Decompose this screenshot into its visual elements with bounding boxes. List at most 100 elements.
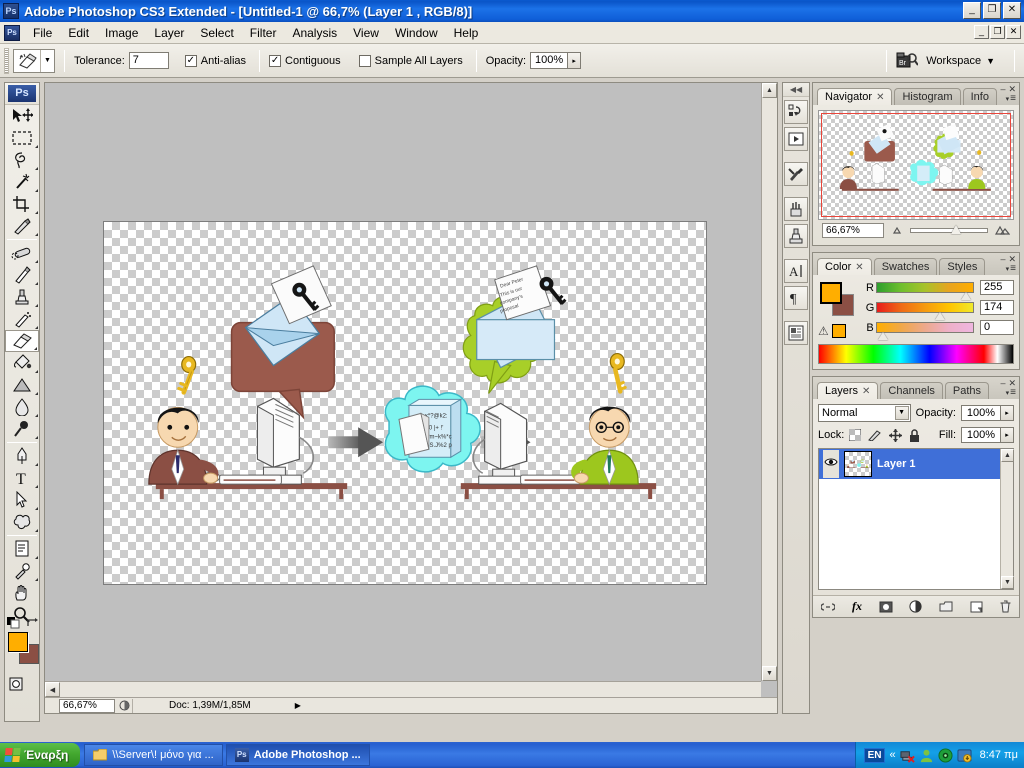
tab-channels[interactable]: Channels	[880, 382, 943, 399]
document-restore-button[interactable]: ❐	[990, 25, 1005, 39]
network-disconnected-icon[interactable]	[900, 748, 915, 763]
tab-swatches[interactable]: Swatches	[873, 258, 938, 275]
menu-filter[interactable]: Filter	[242, 23, 285, 43]
dock-expand-handle[interactable]: ◀◀	[783, 83, 809, 97]
layer-scroll-down-button[interactable]: ▼	[1001, 576, 1014, 589]
tools-palette-header[interactable]: Ps	[5, 83, 39, 105]
dodge-tool[interactable]	[5, 418, 39, 440]
channel-g-value[interactable]: 174	[980, 300, 1014, 315]
language-indicator[interactable]: EN	[863, 747, 886, 763]
scroll-left-button[interactable]: ◀	[45, 682, 60, 697]
menu-help[interactable]: Help	[446, 23, 487, 43]
new-layer-button[interactable]	[970, 601, 983, 613]
go-to-bridge-icon[interactable]: Br	[896, 51, 920, 71]
zoom-out-mountain-icon[interactable]	[890, 225, 904, 235]
channel-b-ramp[interactable]	[876, 322, 974, 340]
channel-r-ramp[interactable]	[876, 282, 974, 300]
foreground-color-swatch[interactable]	[8, 632, 28, 652]
minimize-button[interactable]: _	[963, 2, 981, 19]
taskbar-item-photoshop[interactable]: Ps Adobe Photoshop ...	[225, 744, 370, 766]
navigator-zoom-input[interactable]: 66,67%	[822, 222, 884, 238]
slice-tool[interactable]	[5, 215, 39, 237]
contiguous-checkbox[interactable]: ✓	[269, 54, 282, 67]
document-close-button[interactable]: ✕	[1006, 25, 1021, 39]
close-button[interactable]: ✕	[1003, 2, 1021, 19]
color-spectrum-ramp[interactable]	[818, 344, 1014, 364]
contiguous-label[interactable]: Contiguous	[285, 55, 341, 67]
lock-image-pixels-icon[interactable]	[868, 429, 882, 441]
layer-fill-input[interactable]: 100%	[961, 427, 1001, 443]
opacity-input[interactable]: 100%	[530, 52, 569, 69]
color-panel-foreground-swatch[interactable]	[820, 282, 842, 304]
layer-fill-stepper[interactable]: ▸	[1001, 427, 1014, 443]
layer-mask-button[interactable]	[879, 601, 893, 613]
opacity-stepper-arrow[interactable]: ▸	[568, 52, 582, 69]
link-layers-button[interactable]	[821, 602, 836, 612]
tab-layers-close-icon[interactable]: ✕	[862, 384, 870, 399]
navigator-panel-menu-icon[interactable]: ▾ ≡	[1006, 93, 1016, 104]
antialias-checkbox[interactable]: ✓	[184, 54, 197, 67]
delete-layer-button[interactable]	[1000, 600, 1011, 613]
layers-panel-menu-icon[interactable]: ▾ ≡	[1006, 387, 1016, 398]
shape-tool[interactable]	[5, 511, 39, 533]
lasso-tool[interactable]	[5, 149, 39, 171]
menu-edit[interactable]: Edit	[60, 23, 97, 43]
character-panel-icon[interactable]: A	[784, 259, 808, 283]
rectangular-marquee-tool[interactable]	[5, 127, 39, 149]
scroll-up-button[interactable]: ▲	[762, 83, 777, 98]
document-vertical-scrollbar[interactable]: ▲ ▼	[761, 83, 777, 681]
restore-button[interactable]: ❐	[983, 2, 1001, 19]
layer-opacity-stepper[interactable]: ▸	[1001, 405, 1014, 421]
eraser-tool[interactable]	[5, 330, 39, 352]
gamut-substitute-swatch[interactable]	[831, 324, 846, 338]
actions-panel-icon[interactable]	[784, 100, 808, 124]
lock-transparent-pixels-icon[interactable]	[849, 429, 862, 441]
tab-styles[interactable]: Styles	[939, 258, 986, 275]
menu-analysis[interactable]: Analysis	[284, 23, 345, 43]
eyedropper-tool[interactable]	[5, 560, 39, 582]
tolerance-input[interactable]: 7	[128, 52, 169, 69]
paragraph-panel-icon[interactable]: ¶	[784, 286, 808, 310]
zoom-level-input[interactable]: 66,67%	[59, 698, 115, 713]
menu-window[interactable]: Window	[387, 23, 446, 43]
layer-list[interactable]: Layer 1 ▲ ▼	[818, 448, 1014, 590]
clock[interactable]: 8:47 πμ	[980, 749, 1018, 761]
layer-opacity-input[interactable]: 100%	[961, 405, 1001, 421]
animation-panel-icon[interactable]	[784, 127, 808, 151]
color-panel-menu-icon[interactable]: ▾ ≡	[1006, 263, 1016, 274]
paint-bucket-tool[interactable]	[5, 352, 39, 374]
history-brush-tool[interactable]	[5, 308, 39, 330]
taskbar-item-server-folder[interactable]: \\Server\! μόνο για ...	[84, 744, 223, 766]
antialias-label[interactable]: Anti-alias	[201, 55, 246, 67]
channel-g-knob[interactable]	[934, 312, 945, 320]
brush-tool[interactable]	[5, 264, 39, 286]
tab-info[interactable]: Info	[962, 88, 997, 105]
update-icon[interactable]	[957, 748, 972, 763]
navigator-view-box[interactable]	[821, 113, 1011, 217]
magic-wand-tool[interactable]	[5, 171, 39, 193]
clone-stamp-tool[interactable]	[5, 286, 39, 308]
workspace-arrow[interactable]: ▼	[986, 56, 995, 66]
channel-g-ramp[interactable]	[876, 302, 974, 320]
adjustment-layer-button[interactable]	[909, 600, 923, 613]
pen-tool[interactable]	[5, 445, 39, 467]
sample-all-layers-checkbox[interactable]	[358, 54, 371, 67]
document-icon[interactable]: Ps	[4, 24, 20, 41]
document-minimize-button[interactable]: _	[974, 25, 989, 39]
lock-position-icon[interactable]	[889, 428, 903, 442]
channel-r-value[interactable]: 255	[980, 280, 1014, 295]
menu-view[interactable]: View	[345, 23, 387, 43]
table-row[interactable]: Layer 1	[819, 449, 1013, 479]
layer-scroll-up-button[interactable]: ▲	[1001, 449, 1014, 462]
status-proxy-icon[interactable]	[117, 698, 133, 713]
layer-style-button[interactable]: fx	[852, 599, 862, 614]
navigator-thumbnail[interactable]	[818, 110, 1014, 220]
out-of-gamut-warning-icon[interactable]: ⚠	[818, 324, 829, 338]
image-canvas[interactable]: x*?@k2: [J$0 |+ !' E£?m~k%*c %X/.S.J%2 p	[103, 221, 707, 585]
menu-layer[interactable]: Layer	[146, 23, 192, 43]
move-tool[interactable]	[5, 105, 39, 127]
tab-histogram[interactable]: Histogram	[894, 88, 961, 105]
tab-color-close-icon[interactable]: ✕	[855, 260, 863, 275]
channel-b-value[interactable]: 0	[980, 320, 1014, 335]
healing-brush-tool[interactable]	[5, 242, 39, 264]
